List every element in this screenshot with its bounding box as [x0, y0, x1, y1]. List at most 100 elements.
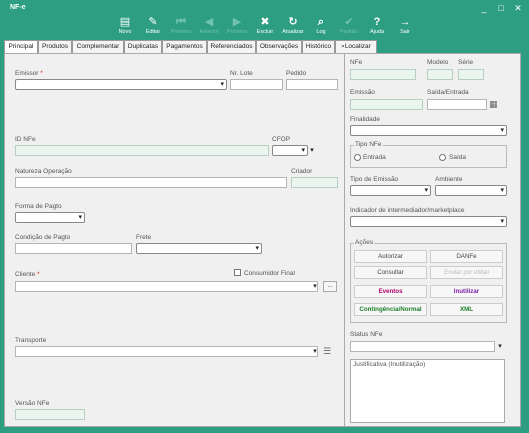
id-nfe-label: ID NFe [15, 136, 36, 143]
tipo-emissao-label: Tipo de Emissão [350, 176, 399, 183]
versao-nfe-field[interactable] [15, 409, 85, 420]
emissor-label: Emissor * [15, 70, 43, 77]
minimize-button[interactable]: _ [476, 2, 492, 14]
danfe-button[interactable]: DANFe [430, 250, 503, 263]
exit-button[interactable]: → Sair [391, 15, 419, 39]
help-icon: ? [373, 16, 381, 28]
status-nfe-label: Status NFe [350, 331, 383, 338]
serie-field[interactable] [458, 69, 484, 80]
emissao-label: Emissão [350, 89, 375, 96]
transporte-dropdown-icon[interactable]: ▾ [311, 346, 319, 357]
new-button[interactable]: ▤ Novo [111, 15, 139, 39]
tab-localizar[interactable]: ⌕Localizar [335, 40, 377, 53]
tab-referenciados[interactable]: Referenciados [207, 40, 256, 53]
id-nfe-field[interactable] [15, 145, 269, 156]
modelo-field[interactable] [427, 69, 453, 80]
natureza-field[interactable] [15, 177, 287, 188]
finalidade-select[interactable] [350, 125, 507, 136]
ambiente-select[interactable] [435, 185, 507, 196]
pedido-label: Pedido [286, 70, 307, 77]
cfop-dropdown-icon[interactable]: ▾ [308, 145, 316, 156]
indicador-select[interactable] [350, 216, 507, 227]
edit-button[interactable]: ✎ Editar [139, 15, 167, 39]
next-button[interactable]: ▶ Próxima [223, 15, 251, 39]
window-title: NF-e [10, 4, 26, 11]
tab-duplicatas[interactable]: Duplicatas [124, 40, 162, 53]
nfe-number-field[interactable] [350, 69, 416, 80]
delete-button[interactable]: ✖ Excluir [251, 15, 279, 39]
pedido-field[interactable] [286, 79, 338, 90]
frete-label: Frete [136, 234, 152, 241]
tab-historico[interactable]: Histórico [302, 40, 335, 53]
tab-produtos[interactable]: Produtos [38, 40, 72, 53]
close-button[interactable]: ✕ [510, 2, 526, 14]
first-button[interactable]: ⏮ Primeira [167, 15, 195, 39]
restore-button[interactable]: □ [493, 2, 509, 14]
tipo-nfe-label: Tipo NFe [354, 141, 383, 148]
nr-lote-field[interactable] [230, 79, 283, 90]
enviar-email-button[interactable]: Enviar por eMail [430, 266, 503, 279]
xml-button[interactable]: XML [430, 303, 503, 316]
eventos-button[interactable]: Eventos [354, 285, 427, 298]
previous-button[interactable]: ◀ Anterior [195, 15, 223, 39]
calendar-icon[interactable]: ▦ [489, 99, 498, 110]
main-form-panel: Emissor * Nr. Lote Pedido ID NFe CFOP ▾ … [4, 53, 345, 427]
log-button[interactable]: ⌕ Log [307, 15, 335, 39]
justificativa-textarea[interactable] [350, 359, 505, 423]
previous-icon: ◀ [204, 16, 214, 28]
cliente-search-button[interactable]: ... [323, 281, 337, 292]
next-icon: ▶ [232, 16, 242, 28]
list-icon[interactable]: ☰ [323, 346, 331, 357]
cfop-label: CFOP [272, 136, 291, 143]
search-icon: ⌕ [317, 16, 325, 28]
tab-principal[interactable]: Principal [4, 40, 38, 53]
nfe-number-label: NFe [350, 59, 363, 66]
tab-complementar[interactable]: Complementar [72, 40, 124, 53]
frete-select[interactable] [136, 243, 262, 254]
natureza-label: Natureza Operação [15, 168, 72, 175]
serie-label: Série [458, 59, 474, 66]
new-icon: ▤ [119, 16, 131, 28]
consultar-button[interactable]: Consultar [354, 266, 427, 279]
transporte-label: Transporte [15, 337, 47, 344]
transporte-field[interactable] [15, 346, 318, 357]
cfop-select[interactable] [272, 145, 308, 156]
delete-icon: ✖ [260, 16, 270, 28]
saida-entrada-label: Saída/Entrada [427, 89, 469, 96]
autorizar-button[interactable]: Autorizar [354, 250, 427, 263]
consumidor-final-checkbox[interactable] [234, 269, 241, 276]
condicao-pagto-field[interactable] [15, 243, 132, 254]
check-icon: ✔ [344, 16, 354, 28]
emissor-select[interactable] [15, 79, 227, 90]
entrada-label: Entrada [363, 154, 386, 161]
default-button[interactable]: ✔ Padrão [335, 15, 363, 39]
saida-entrada-field[interactable] [427, 99, 487, 110]
criador-field[interactable] [291, 177, 338, 188]
inutilizar-button[interactable]: Inutilizar [430, 285, 503, 298]
cliente-dropdown-icon[interactable]: ▾ [311, 281, 319, 292]
justificativa-label: Justificativa (Inutilização) [353, 361, 426, 368]
condicao-pagto-label: Condição de Pagto [15, 234, 71, 241]
nr-lote-label: Nr. Lote [230, 70, 253, 77]
emissao-field[interactable] [350, 99, 423, 110]
status-dropdown-icon[interactable]: ▾ [496, 341, 504, 352]
tipo-emissao-select[interactable] [350, 185, 431, 196]
first-icon: ⏮ [176, 16, 186, 28]
nfe-window: NF-e _ □ ✕ ▤ Novo ✎ Editar ⏮ Primeira ◀ Ante… [0, 0, 529, 433]
tab-pagamentos[interactable]: Pagamentos [162, 40, 207, 53]
cliente-field[interactable] [15, 281, 318, 292]
cliente-label: Cliente * [15, 271, 40, 278]
forma-pagto-select[interactable] [15, 212, 85, 223]
entrada-radio[interactable] [354, 154, 361, 161]
side-form-panel: NFe Modelo Série Emissão Saída/Entrada ▦… [345, 53, 521, 427]
consumidor-final-label: Consumidor Final [244, 270, 295, 277]
versao-nfe-label: Versão NFe [15, 400, 50, 407]
saida-radio[interactable] [439, 154, 446, 161]
help-button[interactable]: ? Ajuda [363, 15, 391, 39]
refresh-button[interactable]: ↻ Atualizar [279, 15, 307, 39]
refresh-icon: ↻ [288, 16, 298, 28]
criador-label: Criador [291, 168, 313, 175]
status-nfe-field[interactable] [350, 341, 495, 352]
tab-observacoes[interactable]: Observações [256, 40, 302, 53]
contingencia-button[interactable]: Contingência/Normal [354, 303, 427, 316]
